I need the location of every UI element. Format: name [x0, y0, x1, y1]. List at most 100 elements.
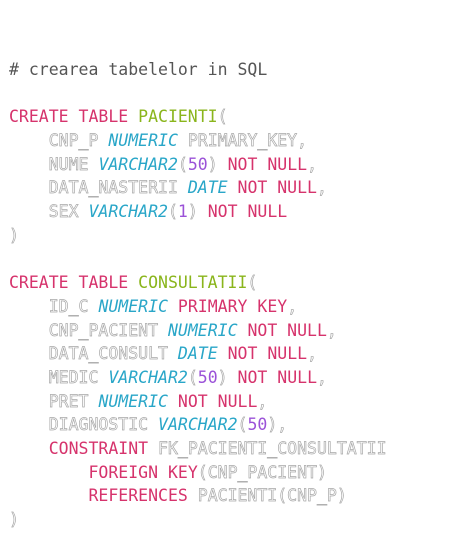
code-token-ws — [9, 131, 49, 150]
code-token-ws — [9, 439, 49, 458]
code-token-pu: , — [307, 154, 318, 174]
code-line: CNP_P NUMERIC PRIMARY_KEY, — [9, 129, 387, 153]
code-token-ws — [148, 439, 158, 458]
code-token-ty: VARCHAR2 — [88, 202, 168, 222]
code-token-kw: PRIMARY KEY — [167, 296, 288, 316]
code-token-id: DIAGNOSTIC — [48, 415, 149, 435]
code-token-ws — [9, 321, 49, 340]
code-token-id: ID_C — [48, 296, 89, 317]
code-token-pu: ) — [187, 202, 199, 222]
code-line: CONSTRAINT FK_PACIENTI_CONSULTATII — [9, 437, 387, 461]
code-line: DATA_NASTERII DATE NOT NULL, — [9, 176, 387, 200]
code-token-ws — [9, 463, 88, 482]
code-token-pu: , — [316, 178, 328, 198]
code-token-pu: ( — [177, 154, 189, 174]
code-token-ty: VARCHAR2 — [108, 367, 188, 387]
code-token-id: DATA_NASTERII — [48, 178, 178, 198]
code-line: CNP_PACIENT NUMERIC NOT NULL, — [9, 319, 387, 343]
code-token-pu: ( — [237, 415, 248, 435]
code-line: # crearea tabelelor in SQL — [9, 58, 387, 82]
code-line: FOREIGN KEY(CNP_PACIENT) — [9, 461, 387, 485]
code-token-kw: CREATE TABLE — [9, 273, 139, 293]
code-line: ID_C NUMERIC PRIMARY KEY, — [9, 295, 387, 319]
code-token-ws — [9, 415, 49, 434]
code-token-ws — [9, 297, 49, 316]
code-token-kw: REFERENCES — [88, 486, 188, 506]
code-token-pu: ) — [207, 154, 218, 174]
code-token-cm: # crearea tabelelor in SQL — [9, 60, 268, 79]
code-token-ty: NUMERIC — [108, 131, 178, 151]
code-token-ws — [178, 178, 188, 197]
code-token-kw: NOT NULL — [197, 202, 288, 222]
code-token-ws — [9, 155, 49, 174]
code-token-kw: FOREIGN KEY — [88, 462, 198, 482]
code-token-id: CNP_PACIENT — [48, 320, 159, 340]
code-token-ty: DATE — [177, 344, 218, 364]
code-token-pu: ( — [187, 367, 198, 388]
code-line: REFERENCES PACIENTI(CNP_P) — [9, 484, 387, 508]
code-token-pu: , — [307, 344, 318, 364]
code-token-ty: VARCHAR2 — [98, 154, 178, 174]
code-token-ws — [9, 368, 49, 387]
sql-code-block: # crearea tabelelor in SQL CREATE TABLE … — [9, 58, 387, 532]
code-token-ws — [89, 392, 99, 411]
code-token-id: PRET — [48, 391, 89, 411]
code-token-ws — [9, 202, 49, 221]
code-token-kw: CREATE TABLE — [9, 107, 139, 127]
code-token-kw: NOT NULL — [237, 320, 327, 340]
code-token-num: 50 — [197, 367, 218, 387]
code-line: ) — [9, 224, 387, 248]
code-token-ws — [9, 392, 49, 411]
code-token-pu: ( — [167, 202, 179, 222]
code-token-ty: NUMERIC — [98, 391, 168, 411]
code-line: CREATE TABLE PACIENTI( — [9, 105, 387, 129]
code-token-ws — [178, 131, 188, 150]
code-token-pu: ), — [267, 415, 288, 435]
code-token-pu: , — [317, 367, 328, 388]
code-token-ty: VARCHAR2 — [158, 415, 238, 435]
code-token-pu: ) — [217, 367, 228, 388]
code-token-ws — [158, 321, 168, 340]
code-line: DIAGNOSTIC VARCHAR2(50), — [9, 413, 387, 437]
code-token-id: DATA_CONSULT — [48, 344, 168, 364]
code-token-ws — [89, 155, 99, 174]
code-token-ty: NUMERIC — [98, 296, 168, 316]
code-token-pu: ( — [217, 107, 228, 127]
code-token-ws — [9, 344, 49, 363]
code-token-kw: CONSTRAINT — [48, 439, 149, 458]
code-token-kw: NOT NULL — [217, 154, 308, 174]
code-token-ws — [168, 344, 178, 363]
code-token-ws — [79, 202, 89, 221]
code-token-ty: NUMERIC — [167, 320, 238, 340]
code-line: NUME VARCHAR2(50) NOT NULL, — [9, 153, 387, 177]
code-token-nm: CONSULTATII — [138, 273, 248, 293]
code-line: DATA_CONSULT DATE NOT NULL, — [9, 342, 387, 366]
code-token-ws — [98, 131, 108, 150]
code-token-ws — [9, 486, 88, 505]
code-token-ws — [148, 415, 158, 434]
code-token-pu: , — [257, 391, 268, 411]
code-token-ws — [188, 486, 198, 505]
code-token-num: 50 — [187, 154, 208, 174]
code-token-nm: PACIENTI — [138, 107, 218, 127]
code-line: SEX VARCHAR2(1) NOT NULL — [9, 200, 387, 224]
code-token-kw: NOT NULL — [217, 344, 308, 364]
code-token-id: MEDIC — [48, 367, 99, 388]
code-token-pu: ( — [247, 273, 258, 293]
code-token-kw: NOT NULL — [227, 367, 317, 387]
code-line: CREATE TABLE CONSULTATII( — [9, 271, 387, 295]
code-token-pu: , — [287, 296, 298, 317]
code-token-kw: NOT NULL — [167, 391, 258, 411]
code-line: PRET NUMERIC NOT NULL, — [9, 390, 387, 414]
code-token-id: PACIENTI(CNP_P) — [197, 486, 347, 506]
code-token-num: 1 — [177, 202, 188, 222]
code-token-ty: DATE — [187, 178, 228, 198]
code-token-pu: , — [326, 320, 338, 340]
code-line: ) — [9, 508, 387, 532]
code-token-kw: NOT NULL — [227, 178, 317, 198]
code-token-ws — [9, 178, 49, 197]
code-token-pu: ) — [9, 225, 20, 245]
code-token-id: PRIMARY_KEY, — [187, 131, 308, 151]
